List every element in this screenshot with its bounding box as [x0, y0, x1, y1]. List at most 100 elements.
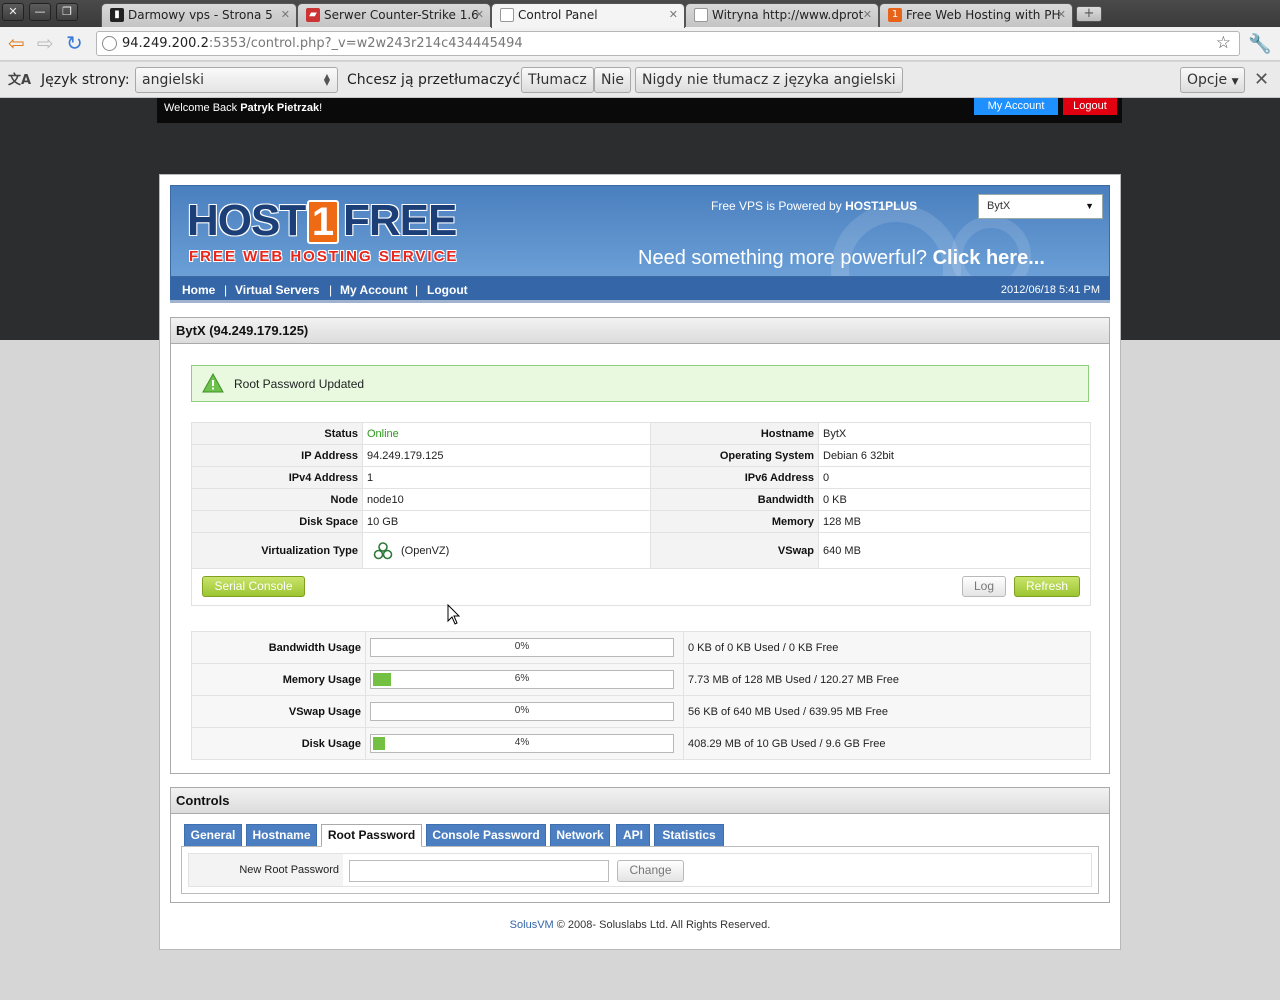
translate-question: Chcesz ją przetłumaczyć? [347, 72, 528, 88]
language-label: Język strony: [41, 72, 130, 88]
back-arrow-icon[interactable]: ⇦ [8, 33, 25, 53]
forward-arrow-icon[interactable]: ⇨ [37, 33, 54, 53]
alert-message: Root Password Updated [234, 377, 365, 391]
controls-panel: Controls General Hostname Root Password … [170, 787, 1110, 903]
table-row: Disk Usage 4% 408.29 MB of 10 GB Used / … [191, 727, 1091, 760]
options-button[interactable]: Opcje ▼ [1180, 67, 1246, 93]
tab-title: Witryna http://www.dprot [712, 8, 864, 22]
window-close-icon[interactable]: ✕ [2, 3, 24, 21]
wrench-menu-icon[interactable]: 🔧 [1248, 32, 1272, 55]
ip-address-value: 94.249.179.125 [362, 444, 651, 467]
table-row: Bandwidth Usage 0% 0 KB of 0 KB Used / 0… [191, 631, 1091, 664]
os-value: Debian 6 32bit [818, 444, 1091, 467]
tab-root-password[interactable]: Root Password [321, 824, 422, 847]
logo-one-text: 1 [307, 200, 339, 244]
new-tab-button[interactable]: + [1076, 6, 1102, 22]
ip-address-label: IP Address [191, 444, 363, 467]
tab-api[interactable]: API [616, 824, 650, 847]
reload-icon[interactable]: ↻ [66, 33, 83, 53]
disk-usage-label: Disk Usage [191, 727, 366, 760]
translate-bar: 文A Język strony: angielski ▲ ▼ Chcesz ją … [0, 62, 1280, 98]
no-button[interactable]: Nie [594, 67, 631, 93]
disk-space-label: Disk Space [191, 510, 363, 533]
disk-space-value: 10 GB [362, 510, 651, 533]
status-value: Online [362, 422, 651, 445]
memory-usage-detail: 7.73 MB of 128 MB Used / 120.27 MB Free [683, 663, 1091, 696]
ipv6-value: 0 [818, 466, 1091, 489]
vps-select[interactable]: BytX ▼ [978, 194, 1103, 219]
page-icon [500, 8, 514, 22]
tab-title: Free Web Hosting with PH [906, 8, 1061, 22]
virtualization-type-text: (OpenVZ) [401, 544, 450, 557]
address-bar[interactable]: 94.249.200.2:5353/control.php?_v=w2w243r… [96, 31, 1240, 56]
vswap-usage-cell: 0% [365, 695, 684, 728]
nav-separator: | [415, 283, 419, 297]
browser-tab[interactable]: Witryna http://www.dprot ✕ [685, 3, 879, 27]
server-title: BytX (94.249.179.125) [171, 318, 1109, 344]
memory-value: 128 MB [818, 510, 1091, 533]
logout-button[interactable]: Logout [1063, 98, 1117, 115]
nav-home[interactable]: Home [182, 283, 215, 297]
language-select[interactable]: angielski ▲ ▼ [135, 67, 338, 93]
table-row: Disk Space 10 GB Memory 128 MB [191, 510, 1091, 533]
logo-host-text: HOST [187, 196, 306, 245]
select-arrows-icon: ▲ ▼ [323, 72, 330, 87]
nav-logout[interactable]: Logout [427, 283, 468, 297]
new-root-password-field[interactable] [349, 860, 609, 882]
translate-button[interactable]: Tłumacz [521, 67, 594, 93]
disk-usage-cell: 4% [365, 727, 684, 760]
log-button[interactable]: Log [962, 576, 1006, 597]
welcome-text: Welcome Back Patryk Pietrzak! [164, 102, 323, 114]
table-row: Status Online Hostname BytX [191, 422, 1091, 445]
refresh-button[interactable]: Refresh [1014, 576, 1080, 597]
server-info-table: Status Online Hostname BytX IP Address 9… [191, 422, 1091, 569]
bandwidth-usage-label: Bandwidth Usage [191, 631, 366, 664]
browser-tab[interactable]: ▰ Serwer Counter-Strike 1.6 ✕ [297, 3, 491, 27]
tab-statistics[interactable]: Statistics [654, 824, 724, 847]
nav-separator: | [329, 283, 333, 297]
nav-my-account[interactable]: My Account [340, 283, 408, 297]
never-translate-button[interactable]: Nigdy nie tłumacz z języka angielski [635, 67, 903, 93]
main-container: HOST 1 FREE FREE WEB HOSTING SERVICE Fre… [159, 174, 1121, 950]
bandwidth-usage-bar: 0% [370, 638, 674, 657]
window-restore-icon[interactable]: ❐ [56, 3, 78, 21]
table-row: IPv4 Address 1 IPv6 Address 0 [191, 466, 1091, 489]
bookmark-star-icon[interactable]: ☆ [1216, 33, 1231, 53]
tab-hostname[interactable]: Hostname [246, 824, 317, 847]
tab-console-password[interactable]: Console Password [426, 824, 546, 847]
close-translate-icon[interactable]: ✕ [1254, 69, 1269, 90]
change-button[interactable]: Change [617, 860, 684, 882]
globe-icon [102, 36, 117, 51]
openvz-icon [373, 541, 393, 559]
browser-tab[interactable]: ▮ Darmowy vps - Strona 5 ✕ [101, 3, 297, 27]
bandwidth-usage-cell: 0% [365, 631, 684, 664]
tab-close-icon[interactable]: ✕ [475, 4, 484, 26]
tab-close-icon[interactable]: ✕ [669, 4, 678, 26]
my-account-button[interactable]: My Account [974, 98, 1058, 115]
current-date: 2012/06/18 5:41 PM [1000, 284, 1100, 296]
tab-close-icon[interactable]: ✕ [281, 4, 290, 26]
browser-tab-active[interactable]: Control Panel ✕ [491, 3, 685, 28]
footer: SolusVM © 2008- Soluslabs Ltd. All Right… [160, 919, 1120, 931]
tab-close-icon[interactable]: ✕ [1057, 4, 1066, 26]
os-label: Operating System [650, 444, 819, 467]
tab-network[interactable]: Network [550, 824, 610, 847]
usage-percent: 0% [514, 705, 530, 716]
usage-percent: 4% [514, 737, 530, 748]
disk-usage-detail: 408.29 MB of 10 GB Used / 9.6 GB Free [683, 727, 1091, 760]
chevron-down-icon: ▼ [1231, 77, 1239, 87]
tab-general[interactable]: General [184, 824, 242, 847]
promo-link[interactable]: Need something more powerful? Click here… [638, 247, 1045, 270]
host1free-icon: 1 [888, 8, 902, 22]
tab-close-icon[interactable]: ✕ [863, 4, 872, 26]
window-minimize-icon[interactable]: — [29, 3, 51, 21]
serial-console-button[interactable]: Serial Console [202, 576, 305, 597]
success-alert: Root Password Updated [191, 365, 1089, 402]
nav-virtual-servers[interactable]: Virtual Servers [235, 283, 320, 297]
bandwidth-label: Bandwidth [650, 488, 819, 511]
tab-title: Darmowy vps - Strona 5 [128, 8, 273, 22]
solusvm-link[interactable]: SolusVM [510, 919, 554, 931]
page-icon [694, 8, 708, 22]
browser-tab[interactable]: 1 Free Web Hosting with PH ✕ [879, 3, 1073, 27]
bandwidth-usage-detail: 0 KB of 0 KB Used / 0 KB Free [683, 631, 1091, 664]
